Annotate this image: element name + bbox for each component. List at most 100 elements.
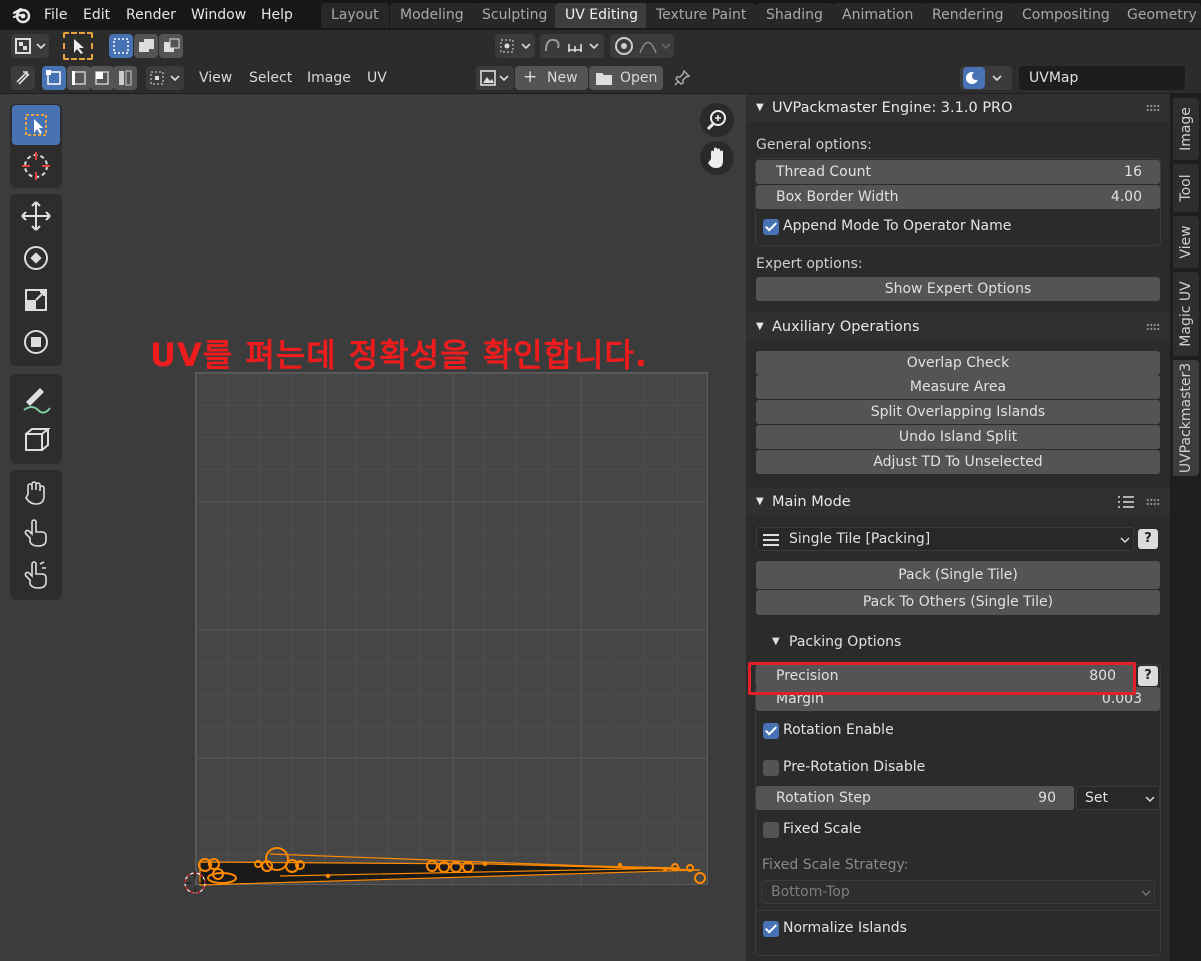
top-bar: File Edit Render Window Help Layout Mode… bbox=[0, 0, 1201, 30]
scale-tool[interactable] bbox=[12, 280, 60, 320]
side-tab-image[interactable]: Image bbox=[1173, 98, 1199, 160]
menu-render[interactable]: Render bbox=[126, 4, 176, 26]
select-box-tool-button[interactable] bbox=[63, 32, 93, 60]
rotate-tool[interactable] bbox=[12, 238, 60, 278]
pinch-tool[interactable] bbox=[12, 556, 60, 596]
menu-select[interactable]: Select bbox=[249, 66, 292, 90]
menu-file[interactable]: File bbox=[44, 4, 67, 26]
sticky-selection-dropdown[interactable] bbox=[146, 66, 184, 90]
edge-select-button[interactable] bbox=[67, 66, 91, 90]
rotation-step-field[interactable]: Rotation Step 90 bbox=[756, 786, 1074, 810]
uv-islands[interactable] bbox=[170, 840, 730, 900]
sync-selection-button[interactable] bbox=[11, 66, 35, 90]
side-tab-view[interactable]: View bbox=[1173, 216, 1199, 268]
tab-animation[interactable]: Animation bbox=[832, 3, 924, 28]
adjust-td-button[interactable]: Adjust TD To Unselected bbox=[756, 450, 1160, 474]
fixed-scale-checkbox[interactable] bbox=[763, 822, 779, 838]
pack-single-tile-button[interactable]: Pack (Single Tile) bbox=[756, 561, 1160, 589]
rotation-enable-checkbox[interactable] bbox=[763, 723, 779, 739]
editor-type-button[interactable] bbox=[11, 34, 49, 58]
menu-view[interactable]: View bbox=[199, 66, 232, 90]
uv-map-name-field[interactable]: UVMap bbox=[1019, 66, 1185, 90]
tab-texture-paint[interactable]: Texture Paint bbox=[646, 3, 757, 28]
cube-grab-icon bbox=[25, 428, 51, 451]
main-mode-panel-header[interactable]: ▼ Main Mode bbox=[746, 488, 1170, 516]
pin-icon[interactable] bbox=[672, 68, 692, 88]
side-tab-magic-uv[interactable]: Magic UV bbox=[1173, 272, 1199, 356]
normalize-islands-checkbox[interactable] bbox=[763, 921, 779, 937]
new-image-button[interactable]: + New bbox=[515, 66, 588, 90]
aux-panel-body: Overlap Check Measure Area Split Overlap… bbox=[746, 341, 1170, 489]
snapping-dropdown[interactable] bbox=[540, 34, 604, 58]
select-box-tool[interactable] bbox=[12, 105, 60, 145]
drag-grip-icon[interactable] bbox=[1146, 498, 1160, 506]
face-select-button[interactable] bbox=[90, 66, 114, 90]
side-tab-tool[interactable]: Tool bbox=[1173, 164, 1199, 212]
cursor-crosshair-icon bbox=[22, 152, 50, 180]
pivot-point-dropdown[interactable] bbox=[495, 34, 535, 58]
menu-help[interactable]: Help bbox=[261, 4, 293, 26]
side-tab-uvpackmaster[interactable]: UVPackmaster3 bbox=[1173, 360, 1199, 476]
grab-tool[interactable] bbox=[12, 420, 60, 460]
thread-count-field[interactable]: Thread Count 16 bbox=[756, 160, 1160, 184]
relax-tool[interactable] bbox=[12, 514, 60, 554]
blender-logo-icon[interactable] bbox=[12, 5, 32, 25]
menu-uv[interactable]: UV bbox=[367, 66, 387, 90]
tab-modeling[interactable]: Modeling bbox=[390, 3, 474, 28]
box-border-width-label: Box Border Width bbox=[776, 189, 899, 205]
image-browse-dropdown[interactable] bbox=[476, 66, 514, 90]
menu-image[interactable]: Image bbox=[307, 66, 351, 90]
uv-grid-canvas[interactable] bbox=[195, 372, 708, 885]
tab-uv-editing[interactable]: UV Editing bbox=[555, 3, 649, 28]
packing-options-header[interactable]: ▼ Packing Options bbox=[746, 628, 1170, 656]
transform-tool[interactable] bbox=[12, 322, 60, 362]
annotate-tool[interactable] bbox=[12, 376, 60, 416]
fixed-scale-strategy-dropdown[interactable]: Bottom-Top bbox=[761, 880, 1155, 904]
packing-options-title: Packing Options bbox=[789, 634, 902, 650]
island-select-button[interactable] bbox=[113, 66, 137, 90]
undo-island-split-button[interactable]: Undo Island Split bbox=[756, 425, 1160, 449]
menu-edit[interactable]: Edit bbox=[83, 4, 110, 26]
split-overlapping-islands-button[interactable]: Split Overlapping Islands bbox=[756, 400, 1160, 424]
append-mode-checkbox[interactable] bbox=[763, 219, 779, 235]
mode-new-button[interactable] bbox=[109, 34, 133, 58]
engine-panel-header[interactable]: ▼ UVPackmaster Engine: 3.1.0 PRO bbox=[746, 94, 1170, 122]
grab-hand-tool[interactable] bbox=[12, 472, 60, 512]
pan-button[interactable] bbox=[700, 141, 734, 175]
tab-geometry-nodes[interactable]: Geometry N bbox=[1117, 3, 1201, 28]
pack-to-others-button[interactable]: Pack To Others (Single Tile) bbox=[756, 590, 1160, 615]
mode-dropdown[interactable]: Single Tile [Packing] bbox=[756, 527, 1134, 551]
face-mode-icon bbox=[95, 71, 109, 85]
open-image-button[interactable]: Open bbox=[589, 66, 663, 90]
zoom-button[interactable] bbox=[700, 103, 734, 137]
vertex-select-button[interactable] bbox=[42, 66, 66, 90]
tab-sculpting[interactable]: Sculpting bbox=[472, 3, 558, 28]
append-mode-label: Append Mode To Operator Name bbox=[783, 218, 1012, 234]
tab-layout[interactable]: Layout bbox=[321, 3, 389, 28]
move-tool[interactable] bbox=[12, 196, 60, 236]
help-icon[interactable]: ? bbox=[1138, 529, 1158, 549]
hand-pan-icon bbox=[708, 147, 723, 168]
box-border-width-field[interactable]: Box Border Width 4.00 bbox=[756, 185, 1160, 209]
divider bbox=[755, 910, 1161, 911]
mode-subtract-button[interactable] bbox=[159, 34, 183, 58]
drag-grip-icon[interactable] bbox=[1146, 104, 1160, 112]
drag-grip-icon[interactable] bbox=[1146, 323, 1160, 331]
rotation-step-set-dropdown[interactable]: Set bbox=[1076, 786, 1160, 810]
menu-window[interactable]: Window bbox=[191, 4, 246, 26]
tab-rendering[interactable]: Rendering bbox=[922, 3, 1014, 28]
aux-panel-header[interactable]: ▼ Auxiliary Operations bbox=[746, 313, 1170, 341]
engine-panel-title: UVPackmaster Engine: 3.1.0 PRO bbox=[772, 100, 1013, 116]
tab-compositing[interactable]: Compositing bbox=[1012, 3, 1120, 28]
proportional-editing-dropdown[interactable] bbox=[610, 34, 674, 58]
cursor-tool[interactable] bbox=[12, 146, 60, 186]
show-expert-options-button[interactable]: Show Expert Options bbox=[756, 277, 1160, 301]
precision-help-icon[interactable]: ? bbox=[1138, 666, 1158, 686]
pre-rotation-disable-checkbox[interactable] bbox=[763, 760, 779, 776]
measure-area-button[interactable]: Measure Area bbox=[756, 375, 1160, 399]
list-icon[interactable] bbox=[1116, 494, 1136, 510]
mode-extend-button[interactable] bbox=[134, 34, 158, 58]
overlap-check-button[interactable]: Overlap Check bbox=[756, 351, 1160, 375]
uv-map-browse-dropdown[interactable] bbox=[960, 66, 1012, 90]
tab-shading[interactable]: Shading bbox=[756, 3, 833, 28]
